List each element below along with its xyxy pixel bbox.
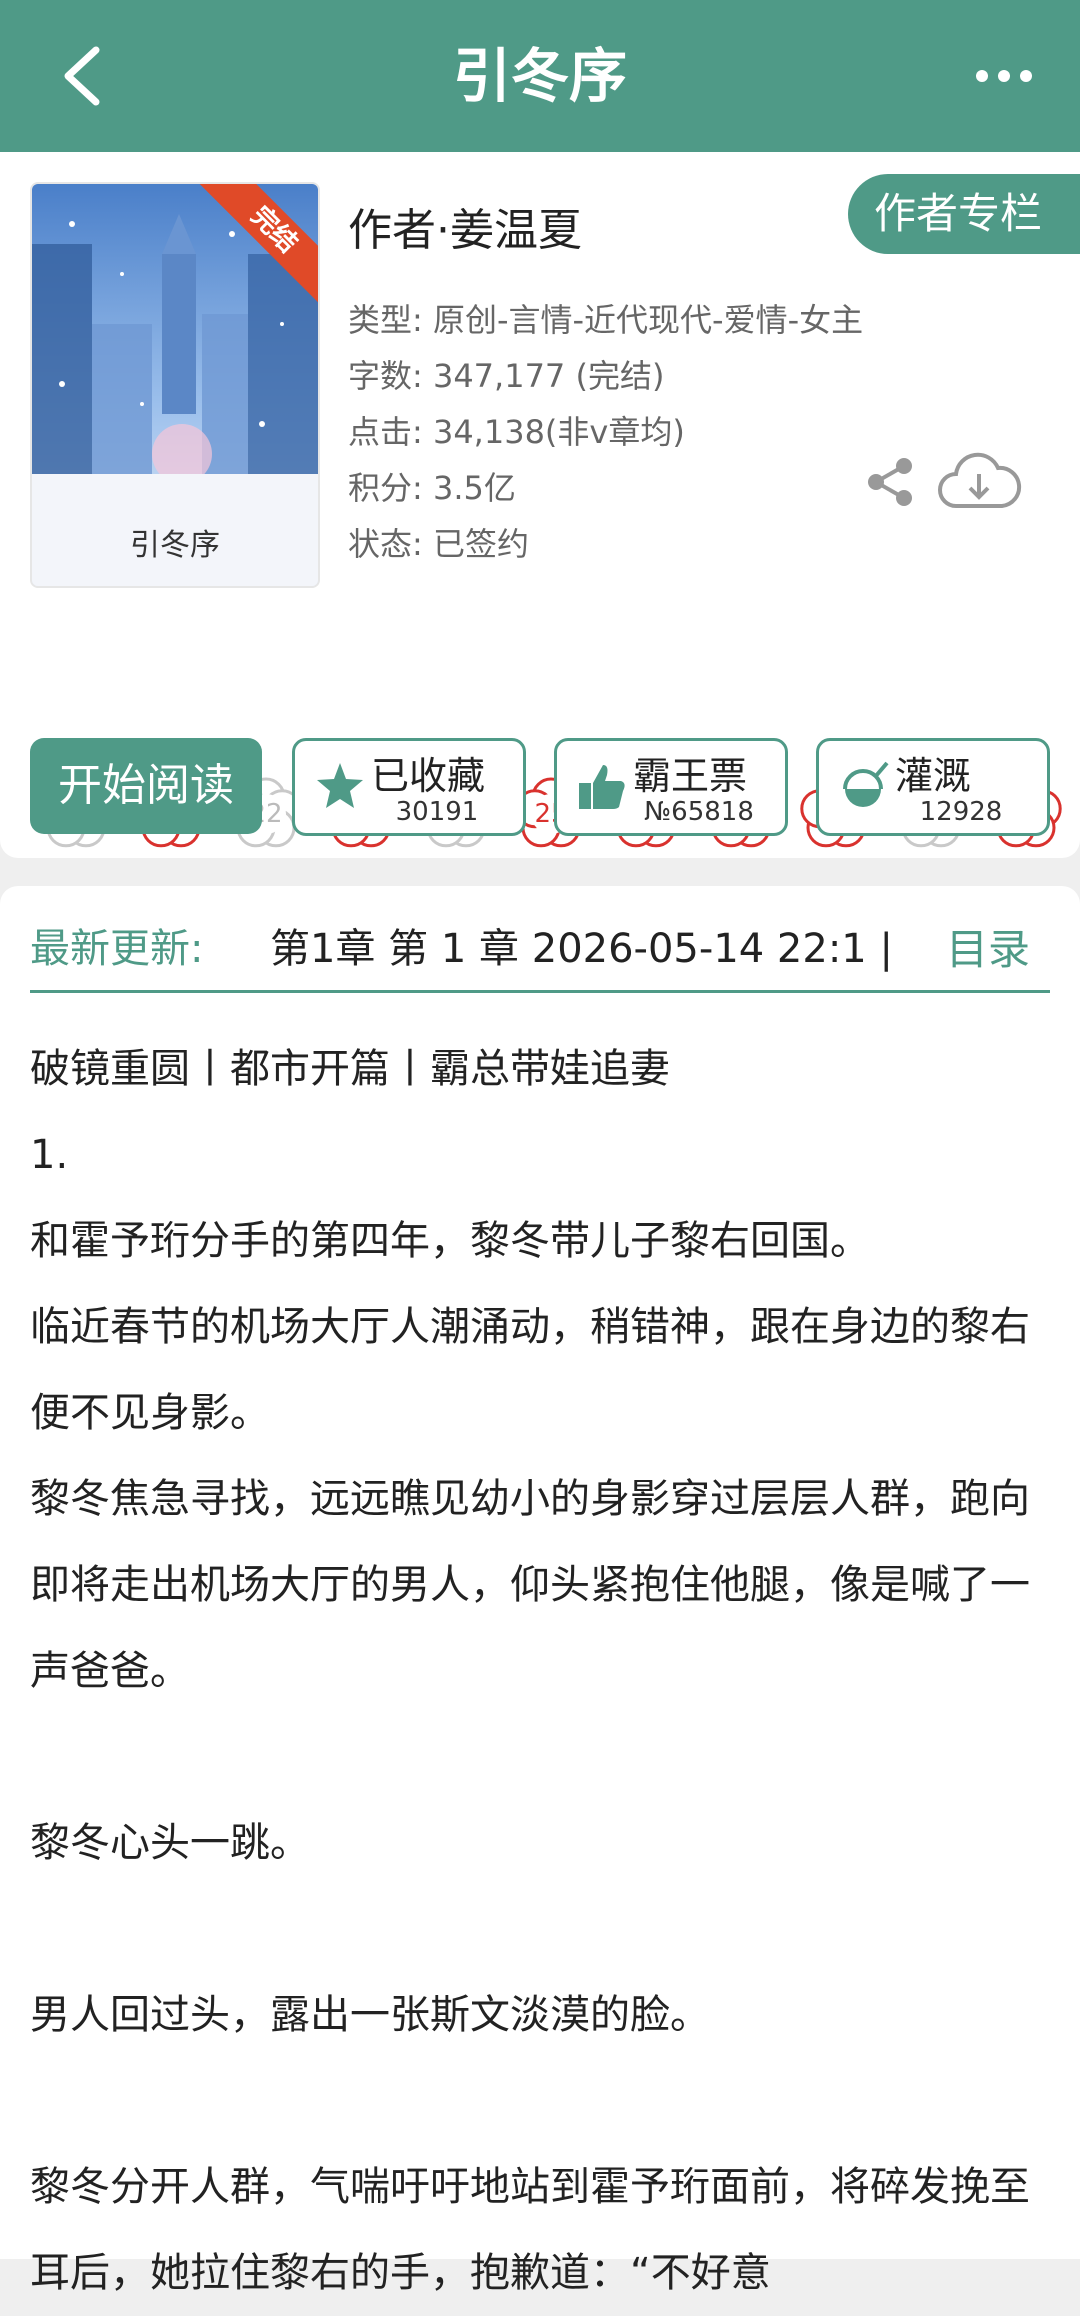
divider [30,990,1050,993]
cloud-download-icon[interactable] [936,448,1022,514]
latest-update-chapter[interactable]: 第1章 第 1 章 2026-05-14 22:1 | [270,916,900,974]
book-meta: 类型: 原创-言情-近代现代-爱情-女主 字数: 347,177 (完结) 点击… [348,292,863,572]
meta-clicks: 点击: 34,138(非v章均) [348,413,685,451]
latest-update-label: 最新更新: [30,926,204,972]
book-info-card: 引冬序 完结 作者·姜温夏 作者专栏 类型: 原创-言情-近代现代-爱情-女主 … [0,152,1080,858]
synopsis-paragraph: 黎冬分开人群，气喘吁吁地站到霍予珩面前，将碎发挽至耳后，她拉住黎右的手，抱歉道：… [30,2164,1030,2296]
author-column-button[interactable]: 作者专栏 [848,174,1080,254]
favorite-label: 已收藏 [371,754,486,798]
water-button[interactable]: 灌溉 12928 [816,738,1050,836]
more-options-icon[interactable] [968,56,1040,96]
meta-genre: 类型: 原创-言情-近代现代-爱情-女主 [348,301,864,339]
book-cover[interactable]: 引冬序 完结 [30,182,320,588]
meta-score: 积分: 3.5亿 [348,469,516,507]
favorite-button[interactable]: 已收藏 30191 [292,738,526,836]
synopsis-blank [30,1714,1050,1800]
ticket-button[interactable]: 霸王票 №65818 [554,738,788,836]
cover-title: 引冬序 [130,528,220,563]
content-card: 最新更新: 第1章 第 1 章 2026-05-14 22:1 | 目录 破镜重… [0,886,1080,2296]
synopsis-paragraph: 男人回过头，露出一张斯文淡漠的脸。 [30,1992,710,2038]
page-title: 引冬序 [452,42,627,110]
synopsis-text: 破镜重圆丨都市开篇丨霸总带娃追妻 1. 和霍予珩分手的第四年，黎冬带儿子黎右回国… [30,1026,1050,2316]
start-reading-button[interactable]: 开始阅读 [30,738,262,834]
synopsis-blank [30,1886,1050,1972]
water-label: 灌溉 [895,754,972,798]
water-count: 12928 [919,797,1003,827]
share-icon[interactable] [862,454,918,510]
synopsis-paragraph: 黎冬焦急寻找，远远瞧见幼小的身影穿过层层人群，跑向即将走出机场大厅的男人，仰头紧… [30,1476,1030,1694]
synopsis-paragraph: 临近春节的机场大厅人潮涌动，稍错神，跟在身边的黎右便不见身影。 [30,1304,1030,1436]
top-bar: 引冬序 [0,0,1080,152]
synopsis-paragraph: 1. [30,1132,69,1178]
synopsis-paragraph: 黎冬心头一跳。 [30,1820,310,1866]
favorite-count: 30191 [395,797,479,827]
synopsis-blank [30,2058,1050,2144]
synopsis-tagline: 破镜重圆丨都市开篇丨霸总带娃追妻 [30,1046,670,1092]
table-of-contents-button[interactable]: 目录 [946,916,1030,977]
meta-word-count: 字数: 347,177 (完结) [348,357,665,395]
ticket-count: №65818 [644,797,754,827]
meta-status: 状态: 已签约 [348,525,529,563]
synopsis-paragraph: 和霍予珩分手的第四年，黎冬带儿子黎右回国。 [30,1218,870,1264]
author-name[interactable]: 作者·姜温夏 [348,194,582,258]
ticket-label: 霸王票 [633,754,748,798]
